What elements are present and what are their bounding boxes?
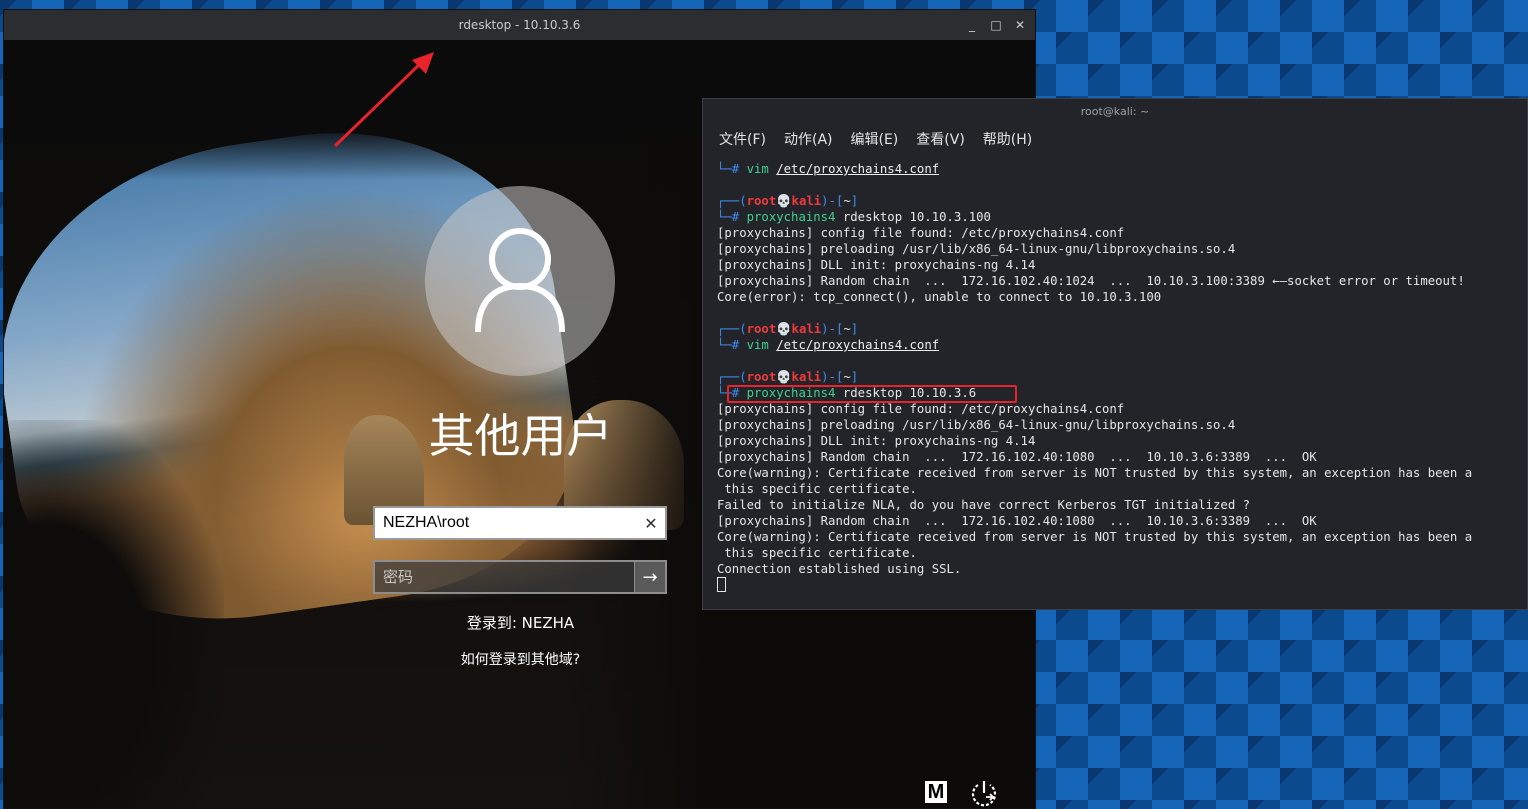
terminal-window: root@kali: ~ 文件(F) 动作(A) 编辑(E) 查看(V) 帮助(H) └…	[702, 98, 1528, 610]
terminal-output-line: Core(error): tcp_connect(), unable to co…	[717, 290, 1162, 304]
terminal-menu-item[interactable]: 帮助(H)	[983, 129, 1032, 149]
terminal-output-line: [proxychains] config file found: /etc/pr…	[717, 402, 1125, 416]
terminal-output-line: [proxychains] preloading /usr/lib/x86_64…	[717, 242, 1236, 256]
terminal-prompt-line: ┌──(root💀kali)-[~]	[717, 322, 859, 336]
terminal-prompt-line: ┌──(root💀kali)-[~]	[717, 370, 859, 384]
terminal-menubar: 文件(F) 动作(A) 编辑(E) 查看(V) 帮助(H)	[719, 129, 1032, 149]
terminal-menu-item[interactable]: 文件(F)	[719, 129, 766, 149]
terminal-prompt-line: ┌──(root💀kali)-[~]	[717, 194, 859, 208]
red-highlight-box-annotation	[727, 385, 1017, 403]
username-field[interactable]: ✕	[373, 506, 667, 540]
close-icon[interactable]: ✕	[1013, 18, 1027, 32]
terminal-menu-item[interactable]: 查看(V)	[916, 129, 965, 149]
clear-icon[interactable]: ✕	[637, 514, 665, 533]
terminal-output-line: Failed to initialize NLA, do you have co…	[717, 498, 1251, 512]
user-avatar	[425, 186, 615, 376]
terminal-output-line: Core(warning): Certificate received from…	[717, 530, 1473, 544]
power-icon[interactable]	[969, 778, 999, 808]
red-arrow-annotation	[333, 52, 434, 148]
terminal-command-line: └─# vim /etc/proxychains4.conf	[717, 162, 940, 176]
terminal-output-line: this specific certificate.	[717, 546, 917, 560]
terminal-command-line: └─# proxychains4 rdesktop 10.10.3.100	[717, 210, 991, 224]
terminal-output-line: [proxychains] config file found: /etc/pr…	[717, 226, 1125, 240]
sign-in-to-label: 登录到: NEZHA	[466, 614, 575, 632]
terminal-output-line: [proxychains] Random chain ... 172.16.10…	[717, 450, 1317, 464]
terminal-output-line: Connection established using SSL.	[717, 562, 962, 576]
terminal-output-line: [proxychains] DLL init: proxychains-ng 4…	[717, 258, 1036, 272]
submit-arrow-icon[interactable]: →	[634, 562, 665, 592]
terminal-cursor-line	[717, 577, 1527, 593]
terminal-output-line: [proxychains] preloading /usr/lib/x86_64…	[717, 418, 1236, 432]
window-controls: _ □ ✕	[965, 10, 1027, 40]
terminal-command-line: └─# vim /etc/proxychains4.conf	[717, 338, 940, 352]
terminal-menu-item[interactable]: 编辑(E)	[851, 129, 899, 149]
terminal-output-line: this specific certificate.	[717, 482, 917, 496]
terminal-output-line: Core(warning): Certificate received from…	[717, 466, 1473, 480]
rdesktop-title: rdesktop - 10.10.3.6	[458, 18, 581, 32]
terminal-output-line: [proxychains] Random chain ... 172.16.10…	[717, 274, 1465, 288]
password-input[interactable]	[375, 568, 634, 586]
terminal-titlebar[interactable]: root@kali: ~	[703, 99, 1527, 125]
terminal-menu-item[interactable]: 动作(A)	[784, 129, 833, 149]
other-domain-link[interactable]: 如何登录到其他域?	[4, 649, 1035, 669]
password-field[interactable]: →	[373, 560, 667, 594]
maximize-icon[interactable]: □	[989, 18, 1003, 32]
accessibility-m-icon[interactable]: M	[925, 781, 947, 803]
username-input[interactable]	[375, 514, 637, 532]
terminal-output-line: [proxychains] Random chain ... 172.16.10…	[717, 514, 1317, 528]
minimize-icon[interactable]: _	[965, 18, 979, 32]
terminal-cursor	[717, 577, 726, 592]
terminal-output-line: [proxychains] DLL init: proxychains-ng 4…	[717, 434, 1036, 448]
rdesktop-titlebar[interactable]: rdesktop - 10.10.3.6 _ □ ✕	[4, 10, 1035, 40]
user-silhouette-icon	[475, 228, 565, 333]
